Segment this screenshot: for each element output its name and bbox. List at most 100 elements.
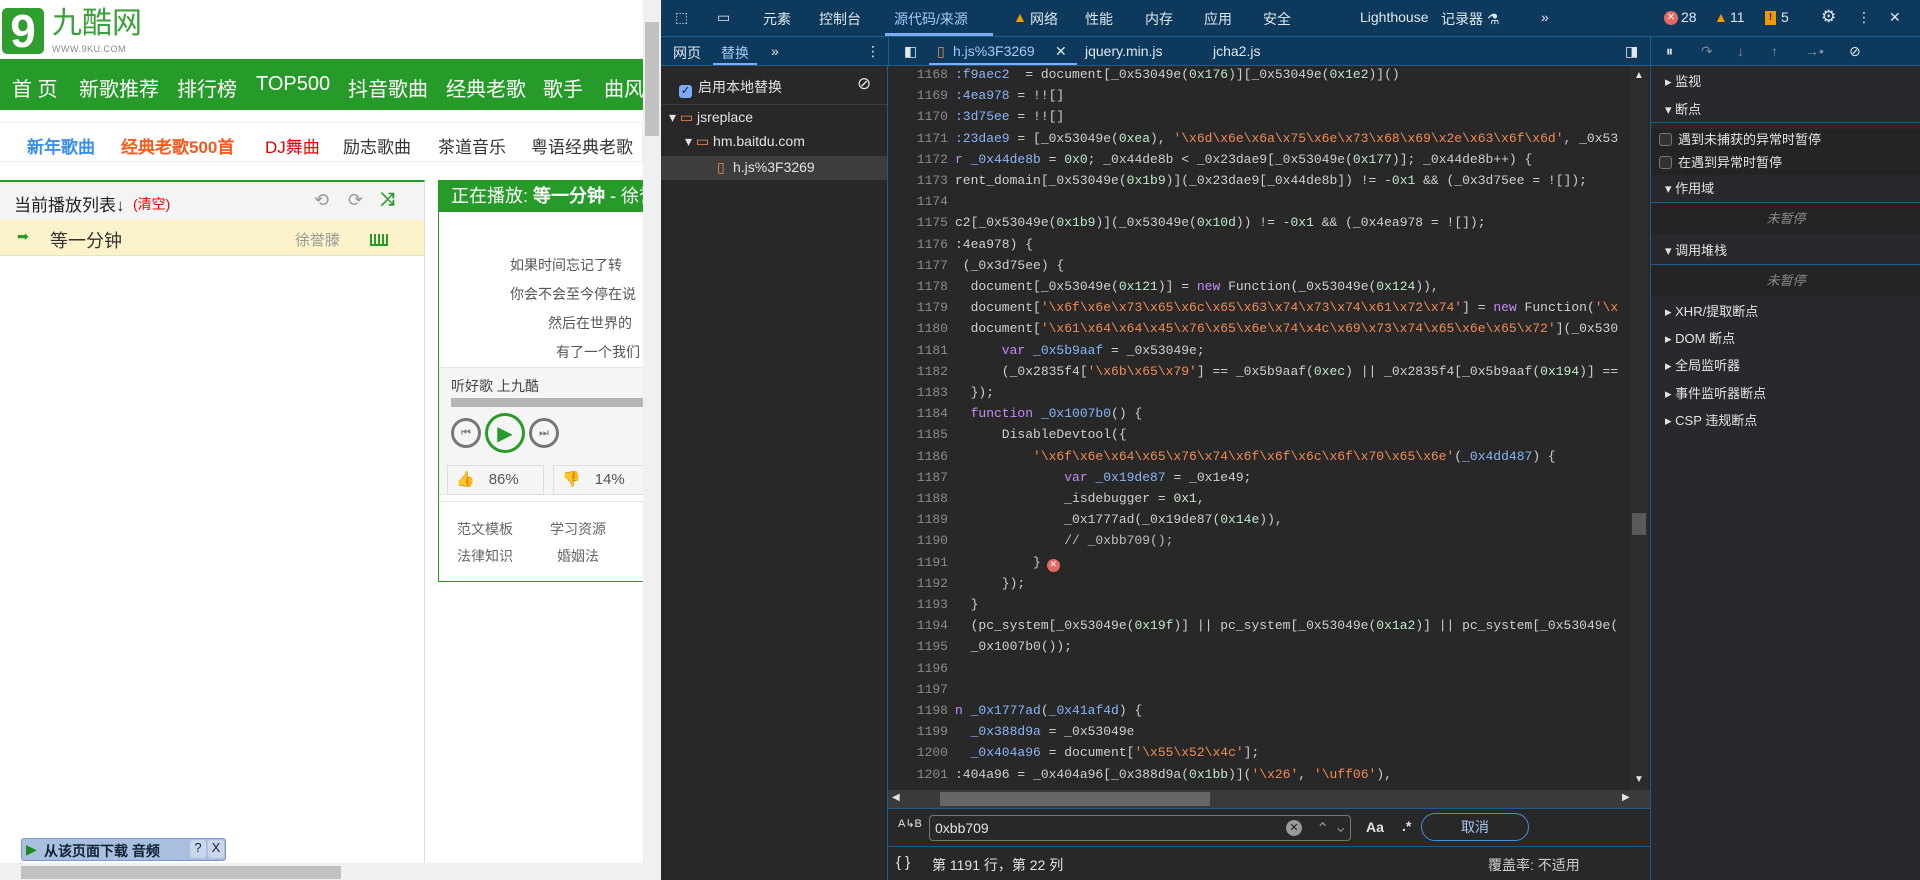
nav-item[interactable]: 新歌推荐 <box>79 73 159 102</box>
h-scroll-thumb[interactable] <box>940 792 1210 806</box>
page-vertical-scrollbar[interactable] <box>643 0 661 863</box>
info-icon[interactable]: ! <box>1765 11 1776 25</box>
error-marker-icon[interactable]: ✕ <box>1046 558 1060 572</box>
code-horizontal-scrollbar[interactable]: ◀ ▶ <box>888 790 1650 808</box>
replace-toggle-icon[interactable]: A↳B <box>898 817 922 830</box>
pause-caught-checkbox[interactable]: 在遇到异常时暂停 <box>1659 152 1920 175</box>
more-options-icon[interactable]: ⋮ <box>1857 9 1871 26</box>
close-icon[interactable]: X <box>208 840 224 858</box>
line-number[interactable]: 1170 <box>888 109 948 124</box>
code-line[interactable]: r _0x44de8b = 0x0; _0x44de8b < _0x23dae9… <box>955 152 1532 167</box>
code-line[interactable]: document['\x6f\x6e\x73\x65\x6c\x65\x63\x… <box>955 300 1619 315</box>
pretty-print-icon[interactable]: { } <box>896 854 910 871</box>
code-line[interactable]: rent_domain[_0x53049e(0x1b9)](_0x23dae9[… <box>955 173 1587 188</box>
link-item[interactable]: 范文模板 <box>457 519 513 539</box>
section-event-listener-breakpoints[interactable]: ▸ 事件监听器断点 <box>1651 384 1920 404</box>
logo-mark[interactable]: 9 <box>2 8 44 54</box>
line-number[interactable]: 1194 <box>888 618 948 633</box>
subnav-item[interactable]: 新年歌曲 <box>27 133 95 158</box>
repeat-one-icon[interactable]: ⟳ <box>348 190 363 211</box>
line-number[interactable]: 1199 <box>888 724 948 739</box>
clear-playlist-link[interactable]: (清空) <box>133 194 170 214</box>
line-number[interactable]: 1184 <box>888 406 948 421</box>
code-line[interactable]: DisableDevtool({ <box>955 427 1127 442</box>
code-line[interactable]: document[_0x53049e(0x121)] = new Functio… <box>955 279 1439 294</box>
code-line[interactable]: c2[_0x53049e(0x1b9)](_0x53049e(0x10d)) !… <box>955 215 1486 230</box>
line-number[interactable]: 1191 <box>888 555 948 570</box>
toggle-navigator-icon[interactable]: ◧ <box>904 43 917 60</box>
device-toolbar-icon[interactable]: ▭ <box>717 9 730 26</box>
repeat-icon[interactable]: ⟲ <box>314 190 329 211</box>
line-number[interactable]: 1173 <box>888 173 948 188</box>
line-number[interactable]: 1168 <box>888 67 948 82</box>
scroll-left-icon[interactable]: ◀ <box>892 792 900 803</box>
settings-gear-icon[interactable]: ⚙ <box>1821 7 1836 27</box>
line-number[interactable]: 1169 <box>888 88 948 103</box>
clear-overrides-icon[interactable]: ⊘ <box>857 74 871 94</box>
code-line[interactable]: var _0x19de87 = _0x1e49; <box>955 470 1251 485</box>
info-count[interactable]: 5 <box>1781 9 1789 25</box>
tree-file-selected[interactable]: ▯ h.js%3F3269 <box>661 156 887 180</box>
cancel-search-button[interactable]: 取消 <box>1421 813 1529 841</box>
scroll-thumb[interactable] <box>1632 513 1646 535</box>
code-line[interactable]: var _0x5b9aaf = _0x53049e; <box>955 343 1205 358</box>
code-line[interactable]: } <box>955 597 979 612</box>
nav-item[interactable]: 曲风 <box>604 73 644 102</box>
code-line[interactable]: _isdebugger = 0x1, <box>955 491 1204 506</box>
tab-overrides[interactable]: 替换 <box>721 43 749 63</box>
section-csp-breakpoints[interactable]: ▸ CSP 违规断点 <box>1651 411 1920 431</box>
tab-lighthouse[interactable]: Lighthouse <box>1360 9 1429 25</box>
code-line[interactable]: :4ea978 = !![] <box>955 88 1064 103</box>
section-dom-breakpoints[interactable]: ▸ DOM 断点 <box>1651 329 1920 349</box>
code-line[interactable]: document['\x61\x64\x64\x45\x76\x65\x6e\x… <box>955 321 1619 336</box>
subnav-item[interactable]: DJ舞曲 <box>265 133 320 158</box>
line-number[interactable]: 1198 <box>888 703 948 718</box>
code-line[interactable]: :23dae9 = [_0x53049e(0xea), '\x6d\x6e\x6… <box>955 131 1618 146</box>
line-number[interactable]: 1175 <box>888 215 948 230</box>
tab-console[interactable]: 控制台 <box>819 9 861 29</box>
shuffle-icon[interactable]: ⤨ <box>380 189 394 210</box>
song-title[interactable]: 等一分钟 <box>50 227 122 253</box>
deactivate-breakpoints-icon[interactable]: ⊘ <box>1849 43 1861 60</box>
progress-bar[interactable] <box>451 398 661 407</box>
code-line[interactable]: _0x1777ad(_0x19de87(0x14e)), <box>955 512 1282 527</box>
code-line[interactable]: (_0x2835f4['\x6b\x65\x79'] == _0x5b9aaf(… <box>955 364 1618 379</box>
checkbox-checked-icon[interactable]: ✓ <box>679 85 692 98</box>
nav-item[interactable]: 歌手 <box>543 73 583 102</box>
tab-network[interactable]: 网络 <box>1030 9 1058 29</box>
song-artist[interactable]: 徐誉滕 <box>295 229 340 250</box>
enable-overrides-checkbox[interactable]: ✓ 启用本地替换 <box>679 77 782 98</box>
section-breakpoints[interactable]: ▾ 断点 <box>1651 99 1920 123</box>
more-tabs-button[interactable]: » <box>1541 9 1549 25</box>
warning-count[interactable]: 11 <box>1730 9 1745 25</box>
toggle-debugger-icon[interactable]: ◨ <box>1625 43 1638 60</box>
line-number[interactable]: 1172 <box>888 152 948 167</box>
download-audio-bar[interactable]: ▶ 从该页面下载 音频 ? X <box>21 838 226 861</box>
link-item[interactable]: 学习资源 <box>550 519 606 539</box>
line-number[interactable]: 1200 <box>888 745 948 760</box>
code-line[interactable]: function _0x1007b0() { <box>955 406 1143 421</box>
close-devtools-icon[interactable]: ✕ <box>1889 9 1901 26</box>
tab-security[interactable]: 安全 <box>1263 9 1291 29</box>
pause-uncaught-checkbox[interactable]: 遇到未捕获的异常时暂停 <box>1659 129 1920 152</box>
line-number[interactable]: 1195 <box>888 639 948 654</box>
code-line[interactable]: _0x388d9a = _0x53049e <box>955 724 1135 739</box>
warning-count-icon[interactable]: ▲ <box>1714 9 1728 25</box>
line-number[interactable]: 1192 <box>888 576 948 591</box>
subnav-item[interactable]: 励志歌曲 <box>343 133 411 158</box>
code-line[interactable]: } ✕ <box>955 555 1060 572</box>
section-global-listeners[interactable]: ▸ 全局监听器 <box>1651 356 1920 376</box>
code-line[interactable]: _0x1007b0()); <box>955 639 1072 654</box>
logo-text[interactable]: 九酷网 <box>52 8 142 40</box>
inspect-element-icon[interactable]: ⬚ <box>675 9 688 26</box>
link-item[interactable]: 法律知识 <box>457 546 513 566</box>
line-number[interactable]: 1174 <box>888 194 948 209</box>
tab-performance[interactable]: 性能 <box>1085 9 1113 29</box>
tab-page[interactable]: 网页 <box>673 43 701 63</box>
line-number[interactable]: 1196 <box>888 661 948 676</box>
step-into-icon[interactable]: ↓ <box>1737 43 1744 59</box>
file-tab[interactable]: jquery.min.js <box>1085 43 1163 59</box>
line-number[interactable]: 1171 <box>888 131 948 146</box>
line-number[interactable]: 1197 <box>888 682 948 697</box>
line-number[interactable]: 1181 <box>888 343 948 358</box>
